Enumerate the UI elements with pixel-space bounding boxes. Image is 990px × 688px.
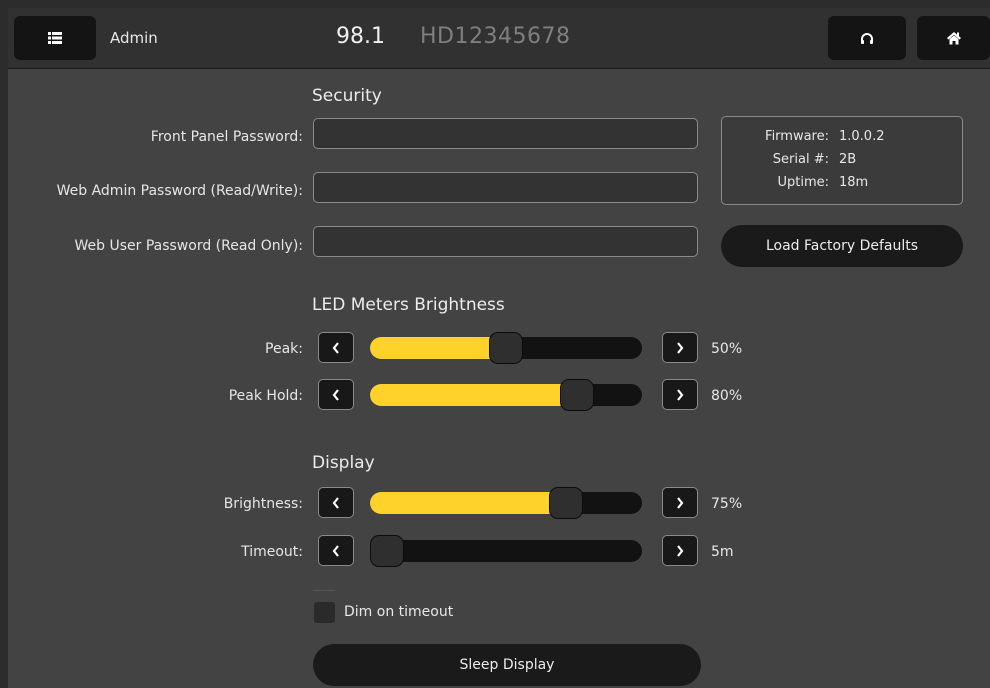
sleep-display-button[interactable]: Sleep Display: [313, 644, 701, 686]
frequency-display: 98.1: [336, 24, 385, 49]
peak-hold-slider-handle[interactable]: [560, 379, 594, 411]
chevron-left-icon: [332, 496, 339, 509]
timeout-label: Timeout:: [241, 544, 303, 560]
brightness-decrease-button[interactable]: [318, 487, 354, 518]
peak-label: Peak:: [265, 341, 303, 357]
uptime-label: Uptime:: [777, 175, 829, 190]
dim-on-timeout-label: Dim on timeout: [344, 604, 454, 620]
brightness-slider-fill: [370, 492, 566, 514]
peak-hold-value: 80%: [711, 388, 743, 404]
web-admin-password-label: Web Admin Password (Read/Write):: [56, 183, 303, 199]
chevron-left-icon: [332, 544, 339, 557]
firmware-label: Firmware:: [765, 129, 829, 144]
front-panel-password-label: Front Panel Password:: [150, 129, 303, 145]
peak-hold-decrease-button[interactable]: [318, 379, 354, 410]
load-factory-defaults-button[interactable]: Load Factory Defaults: [721, 225, 963, 267]
timeout-value: 5m: [711, 544, 734, 560]
brightness-slider-handle[interactable]: [549, 487, 583, 519]
peak-slider-fill: [370, 337, 506, 359]
uptime-value: 18m: [839, 175, 869, 190]
list-icon: [48, 32, 62, 44]
home-button[interactable]: [917, 16, 990, 60]
timeout-increase-button[interactable]: [662, 535, 698, 566]
peak-hold-label: Peak Hold:: [228, 388, 303, 404]
security-heading: Security: [312, 86, 382, 106]
front-panel-password-field[interactable]: [313, 118, 698, 149]
peak-slider[interactable]: [370, 332, 642, 364]
peak-hold-slider[interactable]: [370, 379, 642, 411]
chevron-right-icon: [677, 496, 684, 509]
led-meters-heading: LED Meters Brightness: [312, 295, 505, 315]
chevron-left-icon: [332, 341, 339, 354]
timeout-slider[interactable]: [370, 535, 642, 567]
display-heading: Display: [312, 453, 375, 473]
chevron-left-icon: [332, 388, 339, 401]
headphones-icon: [861, 32, 873, 44]
timeout-decrease-button[interactable]: [318, 535, 354, 566]
web-user-password-field[interactable]: [313, 226, 698, 257]
serial-value: 2B: [839, 152, 857, 167]
page-title: Admin: [110, 29, 158, 47]
brightness-label: Brightness:: [223, 496, 303, 512]
brightness-slider[interactable]: [370, 487, 642, 519]
peak-increase-button[interactable]: [662, 332, 698, 363]
home-icon: [946, 32, 961, 45]
chevron-right-icon: [677, 388, 684, 401]
firmware-value: 1.0.0.2: [839, 129, 885, 144]
peak-slider-handle[interactable]: [489, 332, 523, 364]
web-admin-password-field[interactable]: [313, 172, 698, 203]
peak-hold-increase-button[interactable]: [662, 379, 698, 410]
dim-on-timeout-checkbox[interactable]: [314, 602, 335, 623]
chevron-right-icon: [677, 341, 684, 354]
timeout-slider-handle[interactable]: [370, 535, 404, 567]
admin-panel: Admin 98.1 HD12345678 Security Front Pan…: [8, 8, 990, 688]
header-bar: Admin 98.1 HD12345678: [8, 8, 990, 69]
brightness-increase-button[interactable]: [662, 487, 698, 518]
peak-decrease-button[interactable]: [318, 332, 354, 363]
brightness-value: 75%: [711, 496, 743, 512]
station-id: HD12345678: [420, 24, 571, 49]
monitor-button[interactable]: [828, 16, 906, 60]
menu-button[interactable]: [14, 16, 96, 60]
device-info-box: Firmware: 1.0.0.2 Serial #: 2B Uptime: 1…: [721, 116, 963, 205]
serial-label: Serial #:: [772, 152, 829, 167]
peak-value: 50%: [711, 341, 743, 357]
web-user-password-label: Web User Password (Read Only):: [74, 238, 303, 254]
peak-hold-slider-fill: [370, 384, 577, 406]
divider: [313, 590, 335, 591]
chevron-right-icon: [677, 544, 684, 557]
